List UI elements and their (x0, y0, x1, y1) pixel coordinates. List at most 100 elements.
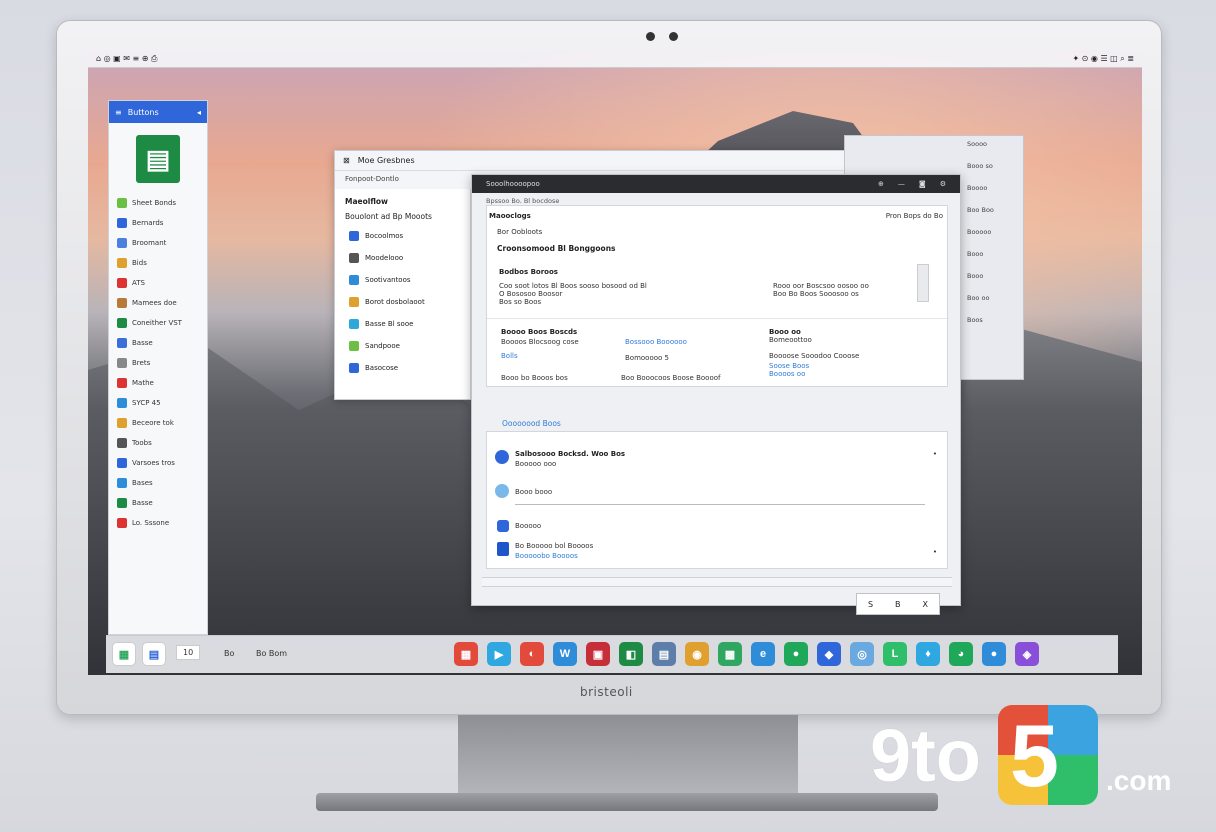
sidebar-item[interactable]: Lo. Sssone (109, 513, 207, 533)
window-close-icon[interactable]: ⊠ (343, 156, 350, 165)
column-1-link[interactable]: Bolls (501, 352, 518, 360)
toolbar-settings-icon[interactable]: ⚙ (940, 180, 946, 188)
settings-window-list: Maeolflow Bouolont ad Bp Mooots Bocoolmo… (335, 189, 471, 399)
action-button-1[interactable]: S (868, 600, 873, 609)
sidebar-item[interactable]: Mathe (109, 373, 207, 393)
dock-app-icon[interactable]: ◧ (619, 642, 643, 666)
dock-app-icon[interactable]: ◎ (850, 642, 874, 666)
scrollbar-thumb[interactable] (917, 264, 929, 302)
sidebar-item-label: Toobs (132, 439, 152, 447)
dock-app-left-1-icon[interactable]: ▦ (112, 642, 136, 666)
dock-app-left-2-icon[interactable]: ▤ (142, 642, 166, 666)
dock-app-icon[interactable]: ♦ (916, 642, 940, 666)
sidebar-item-label: Lo. Sssone (132, 519, 170, 527)
message-2-text: Booo booo (515, 488, 553, 496)
dock-app-icon[interactable]: ◕ (949, 642, 973, 666)
sidebar-item[interactable]: Broomant (109, 233, 207, 253)
sidebar-item-label: Basse (132, 499, 153, 507)
dock-app-icon[interactable]: ◐ (520, 642, 544, 666)
column-3-link-1[interactable]: Soose Boos (769, 362, 809, 370)
dock-app-icon[interactable]: e (751, 642, 775, 666)
right-description-1: Rooo oor Boscsoo oosoo oo (773, 282, 869, 290)
column-2-link[interactable]: Bossooo Boooooo (625, 338, 687, 346)
sidebar-item[interactable]: Brets (109, 353, 207, 373)
sidebar-item[interactable]: Varsoes tros (109, 453, 207, 473)
sidebar-arrow-icon[interactable]: ◂ (197, 108, 201, 117)
main-panel-toolbar: Sooolhoooopoo ⊕ — ◙ ⚙ (472, 175, 960, 193)
dock-app-icon[interactable]: ▶ (487, 642, 511, 666)
sidebar-item-label: Varsoes tros (132, 459, 175, 467)
dock-app-icon[interactable]: ▤ (652, 642, 676, 666)
sidebar-item[interactable]: Toobs (109, 433, 207, 453)
sidebar-list: Sheet Bonds Bernards Broomant Bids ATS Mamees… (109, 193, 207, 533)
sidebar-item-icon (117, 498, 127, 508)
sidebar-item-icon (117, 298, 127, 308)
dock-app-icon[interactable]: ● (784, 642, 808, 666)
column-3-link-2[interactable]: Boooos oo (769, 370, 805, 378)
message-4-more-icon[interactable]: • (933, 548, 937, 556)
sidebar-item[interactable]: Coneither VST (109, 313, 207, 333)
sidebar-item[interactable]: Sheet Bonds (109, 193, 207, 213)
main-card-search[interactable]: Pron Bops do Bo (886, 212, 943, 220)
dock-app-icon[interactable]: ▦ (454, 642, 478, 666)
toolbar-download-icon[interactable]: ⊕ (878, 180, 884, 188)
sidebar-item[interactable]: Bids (109, 253, 207, 273)
sidebar-item-icon (117, 358, 127, 368)
spreadsheet-app-logo-icon: ▤ (136, 135, 180, 183)
dock-app-icon[interactable]: ▩ (718, 642, 742, 666)
menu-bar-status-icons[interactable]: ✦ ⊙ ◉ ☰ ◫ ⌕ ≣ (1072, 54, 1134, 64)
dock-label-3[interactable]: Bo Bom (256, 649, 287, 658)
sidebar-item-icon (117, 418, 127, 428)
linked-section-heading[interactable]: Oooooood Boos (502, 419, 561, 428)
sidebar-item-label: SYCP 45 (132, 399, 161, 407)
message-avatar-2 (495, 484, 509, 498)
settings-item[interactable]: Borot dosbolaoot (335, 291, 470, 313)
column-3-line: Boooose Sooodoo Cooose (769, 352, 860, 360)
toolbar-share-icon[interactable]: ◙ (919, 180, 926, 188)
message-1-more-icon[interactable]: • (933, 450, 937, 458)
sidebar-item[interactable]: ATS (109, 273, 207, 293)
sidebar-item[interactable]: SYCP 45 (109, 393, 207, 413)
sidebar-item-icon (117, 338, 127, 348)
message-1-title: Salbosooo Bocksd. Woo Bos (515, 450, 626, 458)
message-4-link[interactable]: Booooobo Boooos (515, 552, 578, 560)
dock-label-1[interactable]: 10 (176, 645, 201, 660)
toolbar-minimize-icon[interactable]: — (898, 180, 905, 188)
action-button-3[interactable]: X (923, 600, 928, 609)
sidebar-panel: ≡ Buttons ◂ ▤ Sheet Bonds Bernards Brooman… (108, 100, 208, 635)
dock-app-icon[interactable]: ◆ (817, 642, 841, 666)
sidebar-menu-icon[interactable]: ≡ (115, 108, 122, 117)
settings-item[interactable]: Basse Bl sooe (335, 313, 470, 335)
dock-app-icon[interactable]: ● (982, 642, 1006, 666)
sidebar-item[interactable]: Bernards (109, 213, 207, 233)
settings-item[interactable]: Sootivantoos (335, 269, 470, 291)
column-3-title: Booo oo (769, 328, 801, 336)
menu-bar-left-icons[interactable]: ⌂ ◎ ▣ ✉ ≡ ⊕ ⎙ (96, 54, 157, 64)
sidebar-item-label: Mathe (132, 379, 154, 387)
settings-item[interactable]: Basocose (335, 357, 470, 379)
sidebar-item[interactable]: Basse (109, 333, 207, 353)
sidebar-item[interactable]: Beceore tok (109, 413, 207, 433)
dock-app-icon[interactable]: W (553, 642, 577, 666)
sidebar-item[interactable]: Mamees doe (109, 293, 207, 313)
main-card-subtitle: Bor Oobloots (497, 228, 543, 236)
dock-app-icon[interactable]: L (883, 642, 907, 666)
watermark-logo-text: 9to (870, 714, 981, 797)
settings-item[interactable]: Moodelooo (335, 247, 470, 269)
sidebar-item-label: Coneither VST (132, 319, 182, 327)
dock-app-icon[interactable]: ◈ (1015, 642, 1039, 666)
sidebar-item-label: Brets (132, 359, 151, 367)
input-bar[interactable] (482, 577, 952, 587)
dock-label-2[interactable]: Bo (224, 649, 234, 658)
settings-item[interactable]: Bocoolmos (335, 225, 470, 247)
action-button-2[interactable]: B (895, 600, 901, 609)
settings-item[interactable]: Sandpooe (335, 335, 470, 357)
dock-app-icon[interactable]: ▣ (586, 642, 610, 666)
settings-list-subheader: Bouolont ad Bp Mooots (345, 212, 432, 221)
dock-app-icon[interactable]: ◉ (685, 642, 709, 666)
monitor-stand-neck (458, 715, 798, 795)
settings-item-icon (349, 341, 359, 351)
sidebar-item[interactable]: Basse (109, 493, 207, 513)
sidebar-item[interactable]: Bases (109, 473, 207, 493)
section-subheading: Bodbos Boroos (499, 268, 558, 276)
